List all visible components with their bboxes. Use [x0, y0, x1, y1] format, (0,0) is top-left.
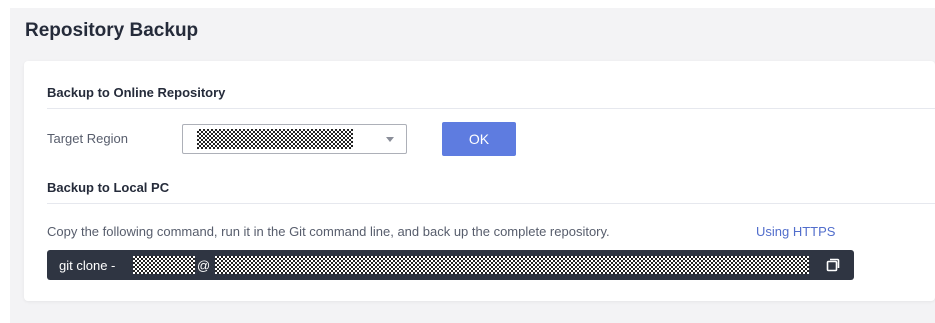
redacted-command-url: [215, 256, 809, 274]
local-section-divider: [47, 203, 935, 204]
command-at-sign: @: [197, 258, 211, 273]
target-region-label: Target Region: [47, 131, 128, 146]
online-section-title: Backup to Online Repository: [47, 85, 226, 100]
target-region-select[interactable]: [182, 124, 407, 154]
redacted-region-value: [197, 129, 353, 149]
copy-icon[interactable]: [826, 258, 840, 272]
backup-instructions: Copy the following command, run it in th…: [47, 224, 610, 239]
command-prefix: git clone -: [59, 258, 116, 273]
redacted-command-user: [133, 256, 195, 274]
clone-command-bar: git clone - @: [47, 250, 854, 280]
ok-button[interactable]: OK: [442, 122, 516, 156]
chevron-down-icon: [386, 137, 394, 142]
local-section-title: Backup to Local PC: [47, 180, 170, 195]
online-section-divider: [47, 108, 935, 109]
page-title: Repository Backup: [25, 20, 199, 41]
using-https-link[interactable]: Using HTTPS: [756, 224, 835, 239]
